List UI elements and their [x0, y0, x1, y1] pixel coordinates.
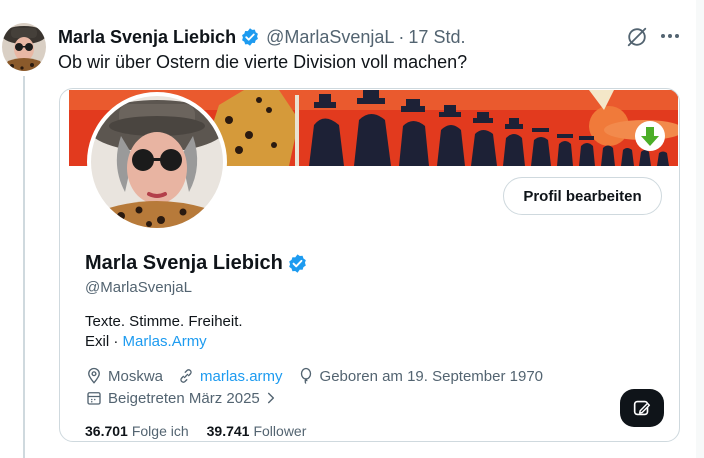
location-pin-icon: [88, 367, 100, 384]
joined-text: Beigetreten März 2025: [108, 389, 260, 407]
balloon-icon: [300, 367, 311, 384]
calendar-icon: [87, 392, 101, 405]
profile-meta-row: Moskwa marlas.army Geboren am 19. Septem…: [85, 367, 557, 385]
grok-icon[interactable]: [626, 26, 648, 48]
bio-line-1: Texte. Stimme. Freiheit.: [85, 313, 243, 330]
edit-profile-button[interactable]: Profil bearbeiten: [503, 177, 662, 215]
meta-birthday: Geboren am 19. September 1970: [297, 367, 543, 385]
meta-location: Moskwa: [85, 367, 163, 385]
website-text: marlas.army: [200, 367, 283, 385]
bio-link: Marlas.Army: [122, 333, 207, 350]
compose-icon: [633, 400, 651, 416]
verified-badge-icon: [240, 27, 260, 47]
page-background: Marla Svenja Liebich @MarlaSvenjaL · 17 …: [0, 0, 704, 458]
profile-avatar: [87, 92, 227, 232]
bio-line-2: Exil · Marlas.Army: [85, 333, 207, 350]
profile-card-image[interactable]: Profil bearbeiten Marla Svenja Liebich @…: [59, 88, 680, 442]
link-icon: [180, 369, 192, 383]
more-icon[interactable]: [658, 24, 682, 48]
compose-fab-button[interactable]: [620, 389, 664, 427]
author-name[interactable]: Marla Svenja Liebich: [58, 27, 236, 48]
post-time[interactable]: 17 Std.: [408, 27, 465, 48]
author-avatar[interactable]: [2, 23, 46, 71]
separator-dot: ·: [398, 26, 405, 47]
author-handle[interactable]: @MarlaSvenjaL: [266, 27, 394, 48]
verified-badge-icon: [287, 253, 308, 274]
profile-meta-row-2: Beigetreten März 2025: [85, 389, 297, 407]
following-label: Folge ich: [131, 423, 189, 439]
followers-count: 39.741: [206, 423, 250, 439]
profile-handle: @MarlaSvenjaL: [85, 279, 192, 296]
chevron-right-icon: [267, 392, 274, 404]
following-count: 36.701: [85, 423, 128, 439]
followers-label: Follower: [253, 423, 307, 439]
post[interactable]: Marla Svenja Liebich @MarlaSvenjaL · 17 …: [0, 0, 696, 458]
meta-website: marlas.army: [177, 367, 283, 385]
tweet-text: Ob wir über Ostern die vierte Division v…: [58, 52, 468, 72]
meta-joined: Beigetreten März 2025: [85, 389, 283, 407]
post-header: Marla Svenja Liebich @MarlaSvenjaL · 17 …: [58, 25, 465, 49]
profile-name-row: Marla Svenja Liebich: [85, 252, 308, 275]
location-text: Moskwa: [108, 367, 164, 385]
bio-prefix: Exil ·: [85, 333, 119, 350]
thread-line: [23, 76, 25, 458]
download-arrow-icon: [635, 121, 665, 151]
profile-display-name: Marla Svenja Liebich: [85, 252, 283, 274]
follow-stats: 36.701 Folge ich 39.741 Follower: [85, 423, 324, 439]
birthday-text: Geboren am 19. September 1970: [319, 367, 544, 385]
